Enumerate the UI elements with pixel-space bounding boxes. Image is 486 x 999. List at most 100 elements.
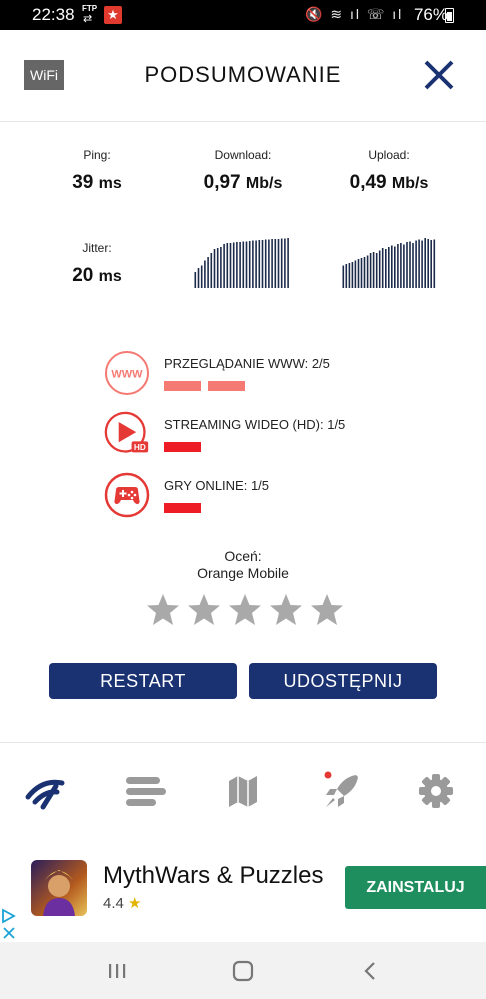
- close-icon[interactable]: [420, 56, 458, 94]
- download-graph-bar: [229, 243, 232, 288]
- upload-graph-bar: [400, 243, 402, 288]
- ad-rating: 4.4 ★: [103, 895, 142, 912]
- upload-graph-bar: [360, 258, 363, 288]
- upload-label: Upload:: [368, 148, 410, 162]
- star-icon[interactable]: [186, 592, 222, 628]
- download-graph-bar: [236, 242, 238, 288]
- upload-graph-bar: [388, 247, 390, 288]
- video-hd-icon: HD: [104, 411, 149, 453]
- speed-test-icon[interactable]: [24, 769, 68, 813]
- score-bar: [164, 442, 201, 452]
- ad-character-icon: [43, 870, 75, 916]
- www-icon: WWW: [105, 351, 149, 395]
- gamepad-icon: [104, 472, 150, 518]
- ad-title[interactable]: MythWars & Puzzles: [103, 862, 324, 890]
- upload-graph-bar: [351, 262, 354, 288]
- settings-gear-icon[interactable]: [414, 769, 458, 813]
- upload-graph-bar: [412, 243, 414, 288]
- upload-graph-bar: [375, 253, 378, 288]
- back-icon[interactable]: [355, 956, 385, 986]
- ping-value: 39 ms: [72, 172, 122, 193]
- download-graph-bar: [248, 241, 251, 288]
- download-graph-bar: [268, 239, 270, 288]
- download-metric: Download: 0,97 Mb/s: [183, 148, 303, 194]
- ping-metric: Ping: 39 ms: [57, 148, 137, 194]
- status-icons: 🔇 ≋ ıl ☏ ıl: [305, 6, 404, 22]
- system-nav-bar: [0, 942, 486, 999]
- upload-graph-bar: [378, 250, 381, 288]
- download-graph-bar: [287, 238, 289, 288]
- upload-graph-bar: [342, 265, 345, 288]
- star-icon[interactable]: [309, 592, 345, 628]
- download-graph-bar: [226, 243, 229, 288]
- home-icon[interactable]: [228, 956, 258, 986]
- battery-level: 76%: [413, 5, 448, 24]
- star-icon[interactable]: [268, 592, 304, 628]
- download-graph-bar: [223, 244, 225, 288]
- download-graph-bar: [264, 239, 267, 288]
- download-graph: [194, 238, 289, 288]
- upload-graph-bar: [348, 263, 351, 288]
- quality-label-gaming: GRY ONLINE: 1/5: [164, 478, 270, 493]
- status-bar: 22:38 FTP ⇄ ★ 🔇 ≋ ıl ☏ ıl 76%: [0, 0, 486, 30]
- upload-graph-bar: [424, 238, 426, 288]
- upload-graph-bar: [369, 253, 372, 288]
- ad-app-image[interactable]: [31, 860, 87, 916]
- ad-choices-icon[interactable]: [0, 906, 18, 942]
- upload-graph-bar: [394, 246, 396, 288]
- download-graph-bar: [277, 239, 280, 288]
- map-icon[interactable]: [221, 769, 265, 813]
- score-bar: [164, 503, 201, 513]
- star-icon[interactable]: [145, 592, 181, 628]
- download-graph-bar: [194, 272, 197, 288]
- upload-graph-bar: [421, 240, 423, 288]
- upload-graph-bar: [366, 255, 369, 288]
- star-rating: [145, 592, 345, 628]
- ping-label: Ping:: [83, 148, 111, 162]
- upload-graph-bar: [406, 242, 408, 288]
- upload-value: 0,49 Mb/s: [349, 172, 429, 193]
- download-value: 0,97 Mb/s: [203, 172, 283, 193]
- restart-button[interactable]: RESTART: [49, 663, 237, 699]
- jitter-label: Jitter:: [82, 241, 112, 255]
- download-graph-bar: [232, 242, 235, 288]
- ad-banner[interactable]: MythWars & Puzzles 4.4 ★ ZAINSTALUJ: [0, 836, 486, 942]
- download-graph-bar: [213, 249, 216, 288]
- rate-prompt: Oceń:: [224, 548, 262, 564]
- rating-star-icon: ★: [128, 895, 142, 912]
- upload-graph-bar: [418, 239, 420, 288]
- score-bar: [208, 381, 245, 391]
- download-graph-bar: [197, 268, 200, 288]
- download-graph-bar: [204, 260, 206, 288]
- install-button[interactable]: ZAINSTALUJ: [345, 866, 486, 909]
- upload-graph-bar: [391, 245, 393, 288]
- download-graph-bar: [255, 240, 257, 288]
- download-graph-bar: [258, 240, 261, 288]
- operator-name: Orange Mobile: [197, 565, 289, 581]
- jitter-metric: Jitter: 20 ms: [57, 241, 137, 287]
- results-list-icon[interactable]: [123, 769, 167, 813]
- upload-graph: [342, 238, 436, 288]
- download-graph-bar: [242, 241, 245, 288]
- rocket-icon[interactable]: [320, 769, 364, 813]
- download-graph-bar: [284, 238, 286, 288]
- upload-graph-bar: [433, 239, 436, 288]
- upload-graph-bar: [357, 259, 360, 288]
- upload-graph-bar: [381, 248, 384, 288]
- jitter-value: 20 ms: [72, 265, 122, 286]
- recent-apps-icon[interactable]: [102, 956, 132, 986]
- quality-label-browsing: PRZEGLĄDANIE WWW: 2/5: [164, 356, 330, 371]
- download-graph-bar: [252, 240, 254, 288]
- download-label: Download:: [214, 148, 272, 162]
- app-header: WiFi PODSUMOWANIE: [0, 30, 486, 122]
- share-button[interactable]: UDOSTĘPNIJ: [249, 663, 437, 699]
- download-graph-bar: [239, 242, 241, 288]
- download-graph-bar: [216, 248, 219, 288]
- download-graph-bar: [271, 239, 273, 288]
- download-graph-bar: [274, 239, 277, 288]
- download-graph-bar: [210, 253, 213, 288]
- star-icon[interactable]: [227, 592, 263, 628]
- upload-graph-bar: [345, 264, 348, 288]
- quality-label-streaming: STREAMING WIDEO (HD): 1/5: [164, 417, 346, 432]
- upload-graph-bar: [409, 241, 411, 288]
